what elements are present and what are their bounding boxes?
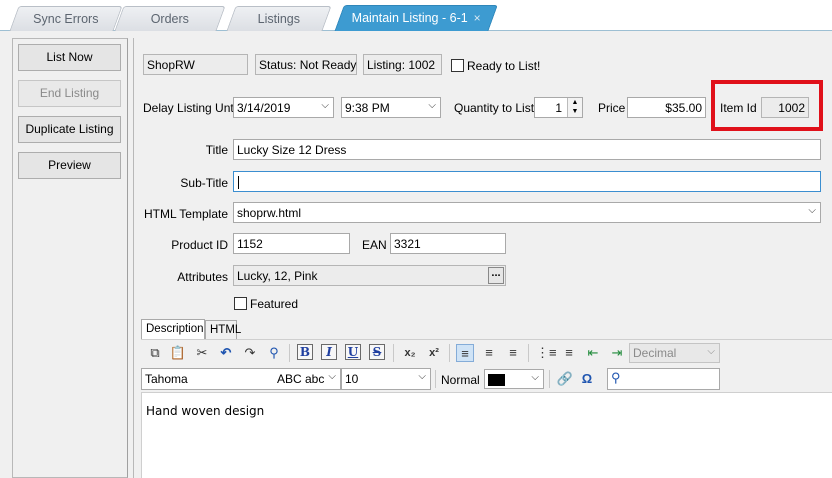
tab-sync-errors[interactable]: Sync Errors <box>9 6 123 31</box>
chevron-down-icon: ⌵ <box>707 346 715 357</box>
subtitle-input[interactable] <box>233 171 821 192</box>
special-character-icon[interactable]: Ω <box>578 370 596 388</box>
find-icon[interactable]: ⚲ <box>265 344 283 362</box>
font-size-value: 10 <box>345 372 359 386</box>
status-field: Status: Not Ready <box>255 54 357 75</box>
toolbar-separator <box>435 370 436 388</box>
strikethrough-icon[interactable]: S <box>369 344 385 360</box>
color-swatch <box>488 373 505 386</box>
delay-time-picker[interactable]: 9:38 PM ⌵ <box>341 97 441 118</box>
tab-label: Sync Errors <box>33 12 99 26</box>
duplicate-listing-button[interactable]: Duplicate Listing <box>18 116 121 143</box>
delay-listing-label: Delay Listing Until <box>143 101 240 115</box>
cut-icon[interactable]: ✂ <box>193 344 211 362</box>
attributes-field: Lucky, 12, Pink <box>233 265 506 286</box>
toolbar-separator <box>449 344 450 362</box>
toolbar-separator <box>289 344 290 362</box>
link-icon[interactable]: 🔗 <box>556 370 574 388</box>
product-id-input[interactable]: 1152 <box>233 233 350 254</box>
description-text: Hand woven design <box>146 404 265 418</box>
product-id-label: Product ID <box>171 238 228 252</box>
font-size-select[interactable]: 10 ⌵ <box>341 368 431 390</box>
align-left-icon[interactable]: ≡ <box>456 344 474 362</box>
numbered-list-icon[interactable]: ≡ <box>560 344 578 362</box>
chevron-down-icon: ⌵ <box>321 100 329 111</box>
tab-description[interactable]: Description <box>141 319 205 340</box>
text-color-select[interactable]: ⌵ <box>484 369 544 389</box>
style-label: Normal <box>441 373 480 387</box>
tab-html[interactable]: HTML <box>205 320 241 340</box>
quantity-value: 1 <box>555 101 562 115</box>
tab-label: Maintain Listing - 6-1 <box>351 11 468 25</box>
subscript-icon[interactable]: x₂ <box>401 344 419 362</box>
font-preview: ABC abc <box>277 372 325 386</box>
html-template-value: shoprw.html <box>237 206 302 220</box>
ready-to-list-checkbox[interactable] <box>451 59 464 72</box>
ean-input[interactable]: 3321 <box>390 233 506 254</box>
subtitle-label: Sub-Title <box>180 176 228 190</box>
price-field[interactable]: $35.00 <box>627 97 706 118</box>
paste-icon[interactable]: 📋 <box>169 344 187 362</box>
toolbar-separator <box>528 344 529 362</box>
chevron-down-icon: ⌵ <box>418 371 426 382</box>
font-value: Tahoma <box>145 372 188 386</box>
bullet-list-icon[interactable]: ⋮≡ <box>536 344 557 362</box>
attributes-label: Attributes <box>177 270 228 284</box>
delay-time-value: 9:38 PM <box>345 101 390 115</box>
store-name: ShopRW <box>143 54 248 75</box>
list-now-button[interactable]: List Now <box>18 44 121 71</box>
underline-icon[interactable]: U <box>345 344 361 360</box>
html-template-label: HTML Template <box>143 207 228 221</box>
listing-number: Listing: 1002 <box>363 54 442 75</box>
chevron-down-icon: ⌵ <box>808 205 816 216</box>
stepper-down-icon[interactable]: ▼ <box>568 107 582 116</box>
copy-icon[interactable]: ⧉ <box>146 344 164 362</box>
tab-label: Orders <box>150 12 189 26</box>
ready-to-list-label: Ready to List! <box>467 59 541 73</box>
quantity-label: Quantity to List <box>454 101 535 115</box>
bold-icon[interactable]: B <box>297 344 313 360</box>
outdent-icon[interactable]: ⇤ <box>584 344 602 362</box>
tab-maintain-listing[interactable]: Maintain Listing - 6-1 × <box>334 5 498 32</box>
highlight-box <box>711 80 823 131</box>
stepper-arrows[interactable]: ▲ ▼ <box>567 98 582 117</box>
list-format-value: Decimal <box>633 346 677 360</box>
html-template-select[interactable]: shoprw.html ⌵ <box>233 202 821 223</box>
undo-icon[interactable]: ↶ <box>217 344 235 362</box>
align-right-icon[interactable]: ≡ <box>504 344 522 362</box>
text-caret <box>238 176 239 190</box>
chevron-down-icon: ⌵ <box>428 100 436 111</box>
search-icon: ⚲ <box>611 370 621 385</box>
italic-icon[interactable]: I <box>321 344 337 360</box>
font-select[interactable]: Tahoma ABC abc ⌵ <box>141 368 341 390</box>
description-editor[interactable]: Hand woven design <box>141 392 832 478</box>
delay-date-picker[interactable]: 3/14/2019 ⌵ <box>233 97 334 118</box>
align-center-icon[interactable]: ≡ <box>480 344 498 362</box>
divider <box>133 38 134 478</box>
tab-listings[interactable]: Listings <box>226 6 332 31</box>
tab-label: Listings <box>257 12 301 26</box>
list-format-select[interactable]: Decimal ⌵ <box>629 343 720 363</box>
close-icon[interactable]: × <box>474 11 481 25</box>
toolbar-separator <box>549 370 550 388</box>
toolbar-separator <box>393 344 394 362</box>
price-label: Price <box>598 101 626 115</box>
ean-label: EAN <box>362 238 387 252</box>
indent-icon[interactable]: ⇥ <box>608 344 626 362</box>
featured-checkbox[interactable] <box>234 297 247 310</box>
end-listing-button[interactable]: End Listing <box>18 80 121 107</box>
chevron-down-icon: ⌵ <box>328 371 336 382</box>
title-label: Title <box>205 143 228 157</box>
stepper-up-icon[interactable]: ▲ <box>568 98 582 107</box>
delay-date-value: 3/14/2019 <box>237 101 291 115</box>
chevron-down-icon: ⌵ <box>531 372 539 383</box>
superscript-icon[interactable]: x² <box>425 344 443 362</box>
redo-icon[interactable]: ↷ <box>241 344 259 362</box>
attributes-browse-button[interactable]: ... <box>488 267 504 284</box>
featured-label: Featured <box>250 297 299 311</box>
preview-button[interactable]: Preview <box>18 152 121 179</box>
editor-search-input[interactable]: ⚲ <box>607 368 720 390</box>
tab-orders[interactable]: Orders <box>114 6 226 31</box>
title-input[interactable]: Lucky Size 12 Dress <box>233 139 821 160</box>
